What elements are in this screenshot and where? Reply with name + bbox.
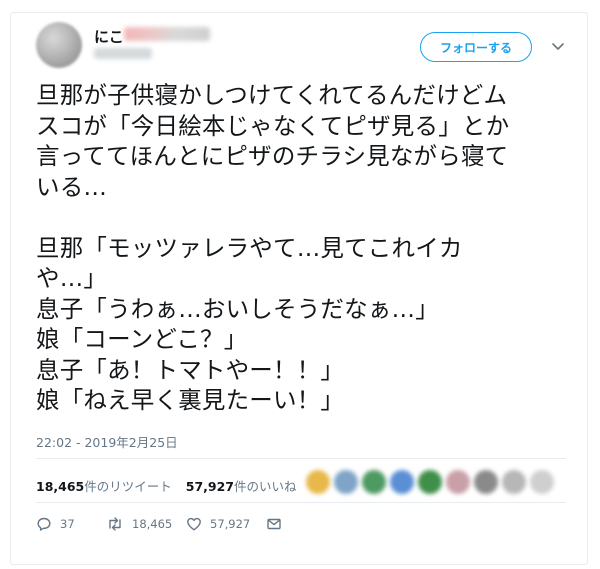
tweet-timestamp[interactable]: 22:02 - 2019年2月25日 <box>36 432 178 451</box>
liker-avatar[interactable] <box>502 470 526 494</box>
follow-button[interactable]: フォローする <box>420 32 532 62</box>
liker-avatar[interactable] <box>306 470 330 494</box>
reply-count: 37 <box>60 517 75 531</box>
liker-avatar[interactable] <box>530 470 554 494</box>
tweet-line: 息子「あ！トマトやー！！」 <box>36 355 345 384</box>
liker-avatar[interactable] <box>474 470 498 494</box>
tweet-line: スコが「今日絵本じゃなくてピザ見る」とか <box>36 111 510 140</box>
tweet-line: 娘「コーンどこ？」 <box>36 325 248 353</box>
mail-icon <box>267 518 281 530</box>
reply-icon <box>37 517 51 531</box>
tweet-line: いる… <box>36 172 108 201</box>
like-stat-count: 57,927 <box>185 479 235 494</box>
retweet-button[interactable]: 18,465 <box>106 516 172 532</box>
heart-icon <box>187 517 201 531</box>
engagement-stats: 18,465件のリツイート 57,927件のいいね <box>36 476 297 495</box>
liker-avatar[interactable] <box>390 470 414 494</box>
liker-avatar[interactable] <box>334 470 358 494</box>
retweet-count: 18,465 <box>132 517 173 531</box>
divider <box>36 458 566 459</box>
tweet-text: 旦那が子供寝かしつけてくれてるんだけどム スコが「今日絵本じゃなくてピザ見る」と… <box>36 80 576 416</box>
like-count: 57,927 <box>210 517 251 531</box>
retweet-stat[interactable]: 18,465件のリツイート <box>36 479 172 494</box>
retweet-icon <box>109 517 121 531</box>
liker-avatar[interactable] <box>418 470 442 494</box>
tweet-line: や…」 <box>36 264 108 292</box>
avatar[interactable] <box>36 22 82 68</box>
tweet-line: 娘「ねえ早く裏見たーい！」 <box>36 386 345 414</box>
chevron-down-icon[interactable] <box>550 38 566 54</box>
liker-avatar[interactable] <box>446 470 470 494</box>
tweet-line: 旦那「モッツァレラやて…見てこれイカ <box>36 233 463 262</box>
like-button[interactable]: 57,927 <box>186 516 250 532</box>
like-stat[interactable]: 57,927件のいいね <box>186 479 297 494</box>
tweet-line: 言っててほんとにピザのチラシ見ながら寝て <box>36 142 509 170</box>
reply-button[interactable]: 37 <box>36 516 75 532</box>
display-name[interactable]: にこ <box>94 26 124 47</box>
like-stat-label: 件のいいね <box>234 479 297 494</box>
tweet-line: 旦那が子供寝かしつけてくれてるんだけどム <box>36 81 508 109</box>
direct-message-button[interactable] <box>266 516 282 532</box>
retweet-stat-label: 件のリツイート <box>84 479 172 494</box>
tweet-line: 息子「うわぁ…おいしそうだなぁ…」 <box>36 294 439 323</box>
name-redaction <box>124 27 210 41</box>
retweet-stat-count: 18,465 <box>36 479 85 494</box>
liker-avatar[interactable] <box>362 470 386 494</box>
handle-redaction <box>94 48 152 59</box>
divider <box>36 502 566 503</box>
